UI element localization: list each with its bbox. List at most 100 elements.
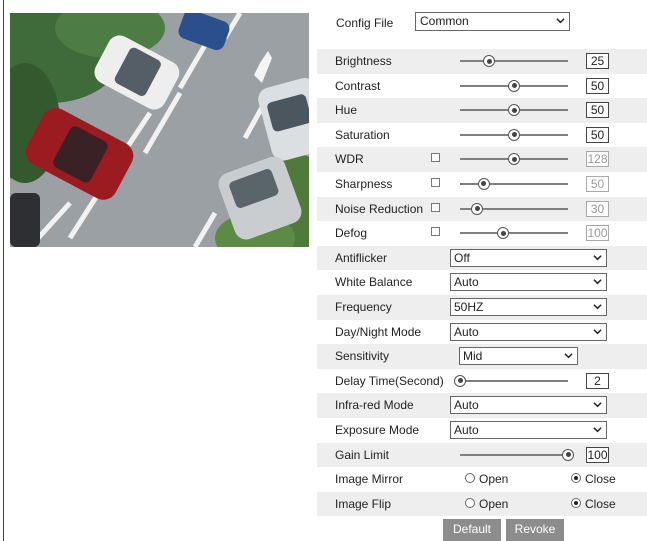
image-mirror-row: Image Mirror Open Close: [317, 467, 647, 492]
image-flip-open-radio[interactable]: [465, 497, 475, 508]
noise-reduction-value[interactable]: 30: [586, 200, 609, 217]
contrast-label: Contrast: [335, 78, 381, 93]
brightness-label: Brightness: [335, 54, 392, 68]
image-mirror-close-radio[interactable]: [571, 473, 581, 484]
sharpness-row: Sharpness 50: [317, 172, 647, 197]
sensitivity-select[interactable]: Mid: [459, 347, 578, 366]
config-file-label: Config File: [336, 16, 394, 30]
wdr-value[interactable]: 128: [586, 151, 609, 168]
saturation-label: Saturation: [335, 127, 390, 142]
wdr-slider-handle[interactable]: [508, 153, 520, 166]
sharpness-value[interactable]: 50: [586, 175, 609, 192]
white-balance-row: White Balance Auto: [317, 270, 647, 295]
day-night-select[interactable]: Auto: [450, 322, 607, 341]
gain-limit-label: Gain Limit: [335, 447, 390, 462]
noise-reduction-slider-handle[interactable]: [471, 202, 484, 215]
saturation-value[interactable]: 50: [586, 126, 609, 143]
defog-label: Defog: [335, 226, 368, 241]
defog-slider-handle[interactable]: [497, 227, 510, 240]
image-flip-row: Image Flip Open Close: [317, 491, 647, 517]
defog-slider[interactable]: [460, 227, 568, 240]
sharpness-slider-handle[interactable]: [477, 177, 490, 190]
default-button[interactable]: Default: [443, 519, 501, 541]
image-mirror-close-label[interactable]: Close: [585, 472, 616, 486]
infrared-select[interactable]: Auto: [450, 396, 607, 415]
revoke-button[interactable]: Revoke: [506, 519, 564, 541]
contrast-slider[interactable]: [460, 79, 568, 92]
day-night-label: Day/Night Mode: [335, 324, 422, 339]
white-balance-select[interactable]: Auto: [450, 273, 607, 292]
gain-limit-slider[interactable]: [460, 448, 574, 461]
wdr-slider[interactable]: [460, 153, 568, 166]
hue-slider[interactable]: [460, 104, 568, 117]
brightness-slider-handle[interactable]: [483, 55, 496, 67]
sharpness-label: Sharpness: [335, 176, 393, 191]
exposure-value: Auto: [454, 422, 479, 437]
brightness-slider[interactable]: [460, 55, 568, 67]
antiflicker-label: Antiflicker: [335, 250, 388, 265]
antiflicker-row: Antiflicker Off: [317, 245, 647, 271]
chevron-down-icon: [593, 427, 602, 433]
delay-time-value[interactable]: 2: [586, 372, 609, 389]
hue-slider-handle[interactable]: [508, 104, 520, 117]
hue-label: Hue: [335, 103, 358, 118]
gain-limit-row: Gain Limit 100: [317, 442, 647, 468]
white-balance-value: Auto: [454, 275, 479, 290]
camera-preview: [10, 13, 309, 247]
infrared-label: Infra-red Mode: [335, 398, 414, 413]
sensitivity-label: Sensitivity: [335, 349, 390, 364]
image-mirror-open-radio[interactable]: [465, 473, 475, 484]
infrared-row: Infra-red Mode Auto: [317, 393, 647, 418]
gain-limit-value[interactable]: 100: [586, 446, 609, 463]
noise-reduction-checkbox[interactable]: [431, 202, 440, 212]
saturation-slider-handle[interactable]: [508, 128, 520, 141]
sharpness-slider[interactable]: [460, 177, 568, 190]
delay-time-row: Delay Time(Second) 2: [317, 369, 647, 394]
exposure-row: Exposure Mode Auto: [317, 418, 647, 443]
noise-reduction-slider[interactable]: [460, 202, 568, 215]
defog-value[interactable]: 100: [586, 225, 609, 242]
chevron-down-icon: [593, 254, 602, 261]
chevron-down-icon: [593, 328, 602, 334]
antiflicker-value: Off: [454, 250, 470, 265]
contrast-value[interactable]: 50: [586, 77, 609, 94]
delay-time-slider[interactable]: [454, 374, 568, 387]
hue-value[interactable]: 50: [586, 102, 609, 119]
day-night-value: Auto: [454, 324, 479, 339]
frequency-row: Frequency 50HZ: [317, 294, 647, 320]
contrast-slider-handle[interactable]: [508, 79, 520, 92]
chevron-down-icon: [564, 353, 573, 359]
image-mirror-open-label[interactable]: Open: [479, 472, 508, 486]
gain-limit-slider-handle[interactable]: [562, 448, 574, 461]
noise-reduction-row: Noise Reduction 30: [317, 196, 647, 222]
image-flip-label: Image Flip: [335, 496, 392, 511]
wdr-label: WDR: [335, 152, 364, 167]
sharpness-checkbox[interactable]: [431, 177, 440, 187]
brightness-value[interactable]: 25: [586, 53, 609, 69]
sensitivity-value: Mid: [463, 349, 483, 364]
contrast-row: Contrast 50: [317, 74, 647, 99]
defog-checkbox[interactable]: [431, 227, 440, 237]
sensitivity-row: Sensitivity Mid: [317, 344, 647, 369]
wdr-checkbox[interactable]: [431, 153, 440, 163]
chevron-down-icon: [593, 304, 602, 310]
white-balance-label: White Balance: [335, 275, 413, 290]
saturation-row: Saturation 50: [317, 123, 647, 148]
day-night-row: Day/Night Mode Auto: [317, 320, 647, 345]
chevron-down-icon: [593, 279, 602, 285]
image-mirror-label: Image Mirror: [335, 472, 404, 487]
config-file-select[interactable]: Common: [415, 12, 570, 31]
exposure-select[interactable]: Auto: [450, 420, 607, 439]
image-flip-open-label[interactable]: Open: [479, 497, 508, 511]
delay-time-slider-handle[interactable]: [454, 374, 466, 387]
defog-row: Defog 100: [317, 221, 647, 246]
image-flip-close-radio[interactable]: [571, 497, 581, 508]
wdr-row: WDR 128: [317, 147, 647, 172]
frequency-select[interactable]: 50HZ: [450, 297, 607, 316]
config-file-value: Common: [420, 14, 469, 28]
antiflicker-select[interactable]: Off: [450, 248, 607, 267]
image-flip-close-label[interactable]: Close: [585, 497, 616, 511]
saturation-slider[interactable]: [460, 128, 568, 141]
exposure-label: Exposure Mode: [335, 422, 420, 437]
chevron-down-icon: [593, 402, 602, 408]
